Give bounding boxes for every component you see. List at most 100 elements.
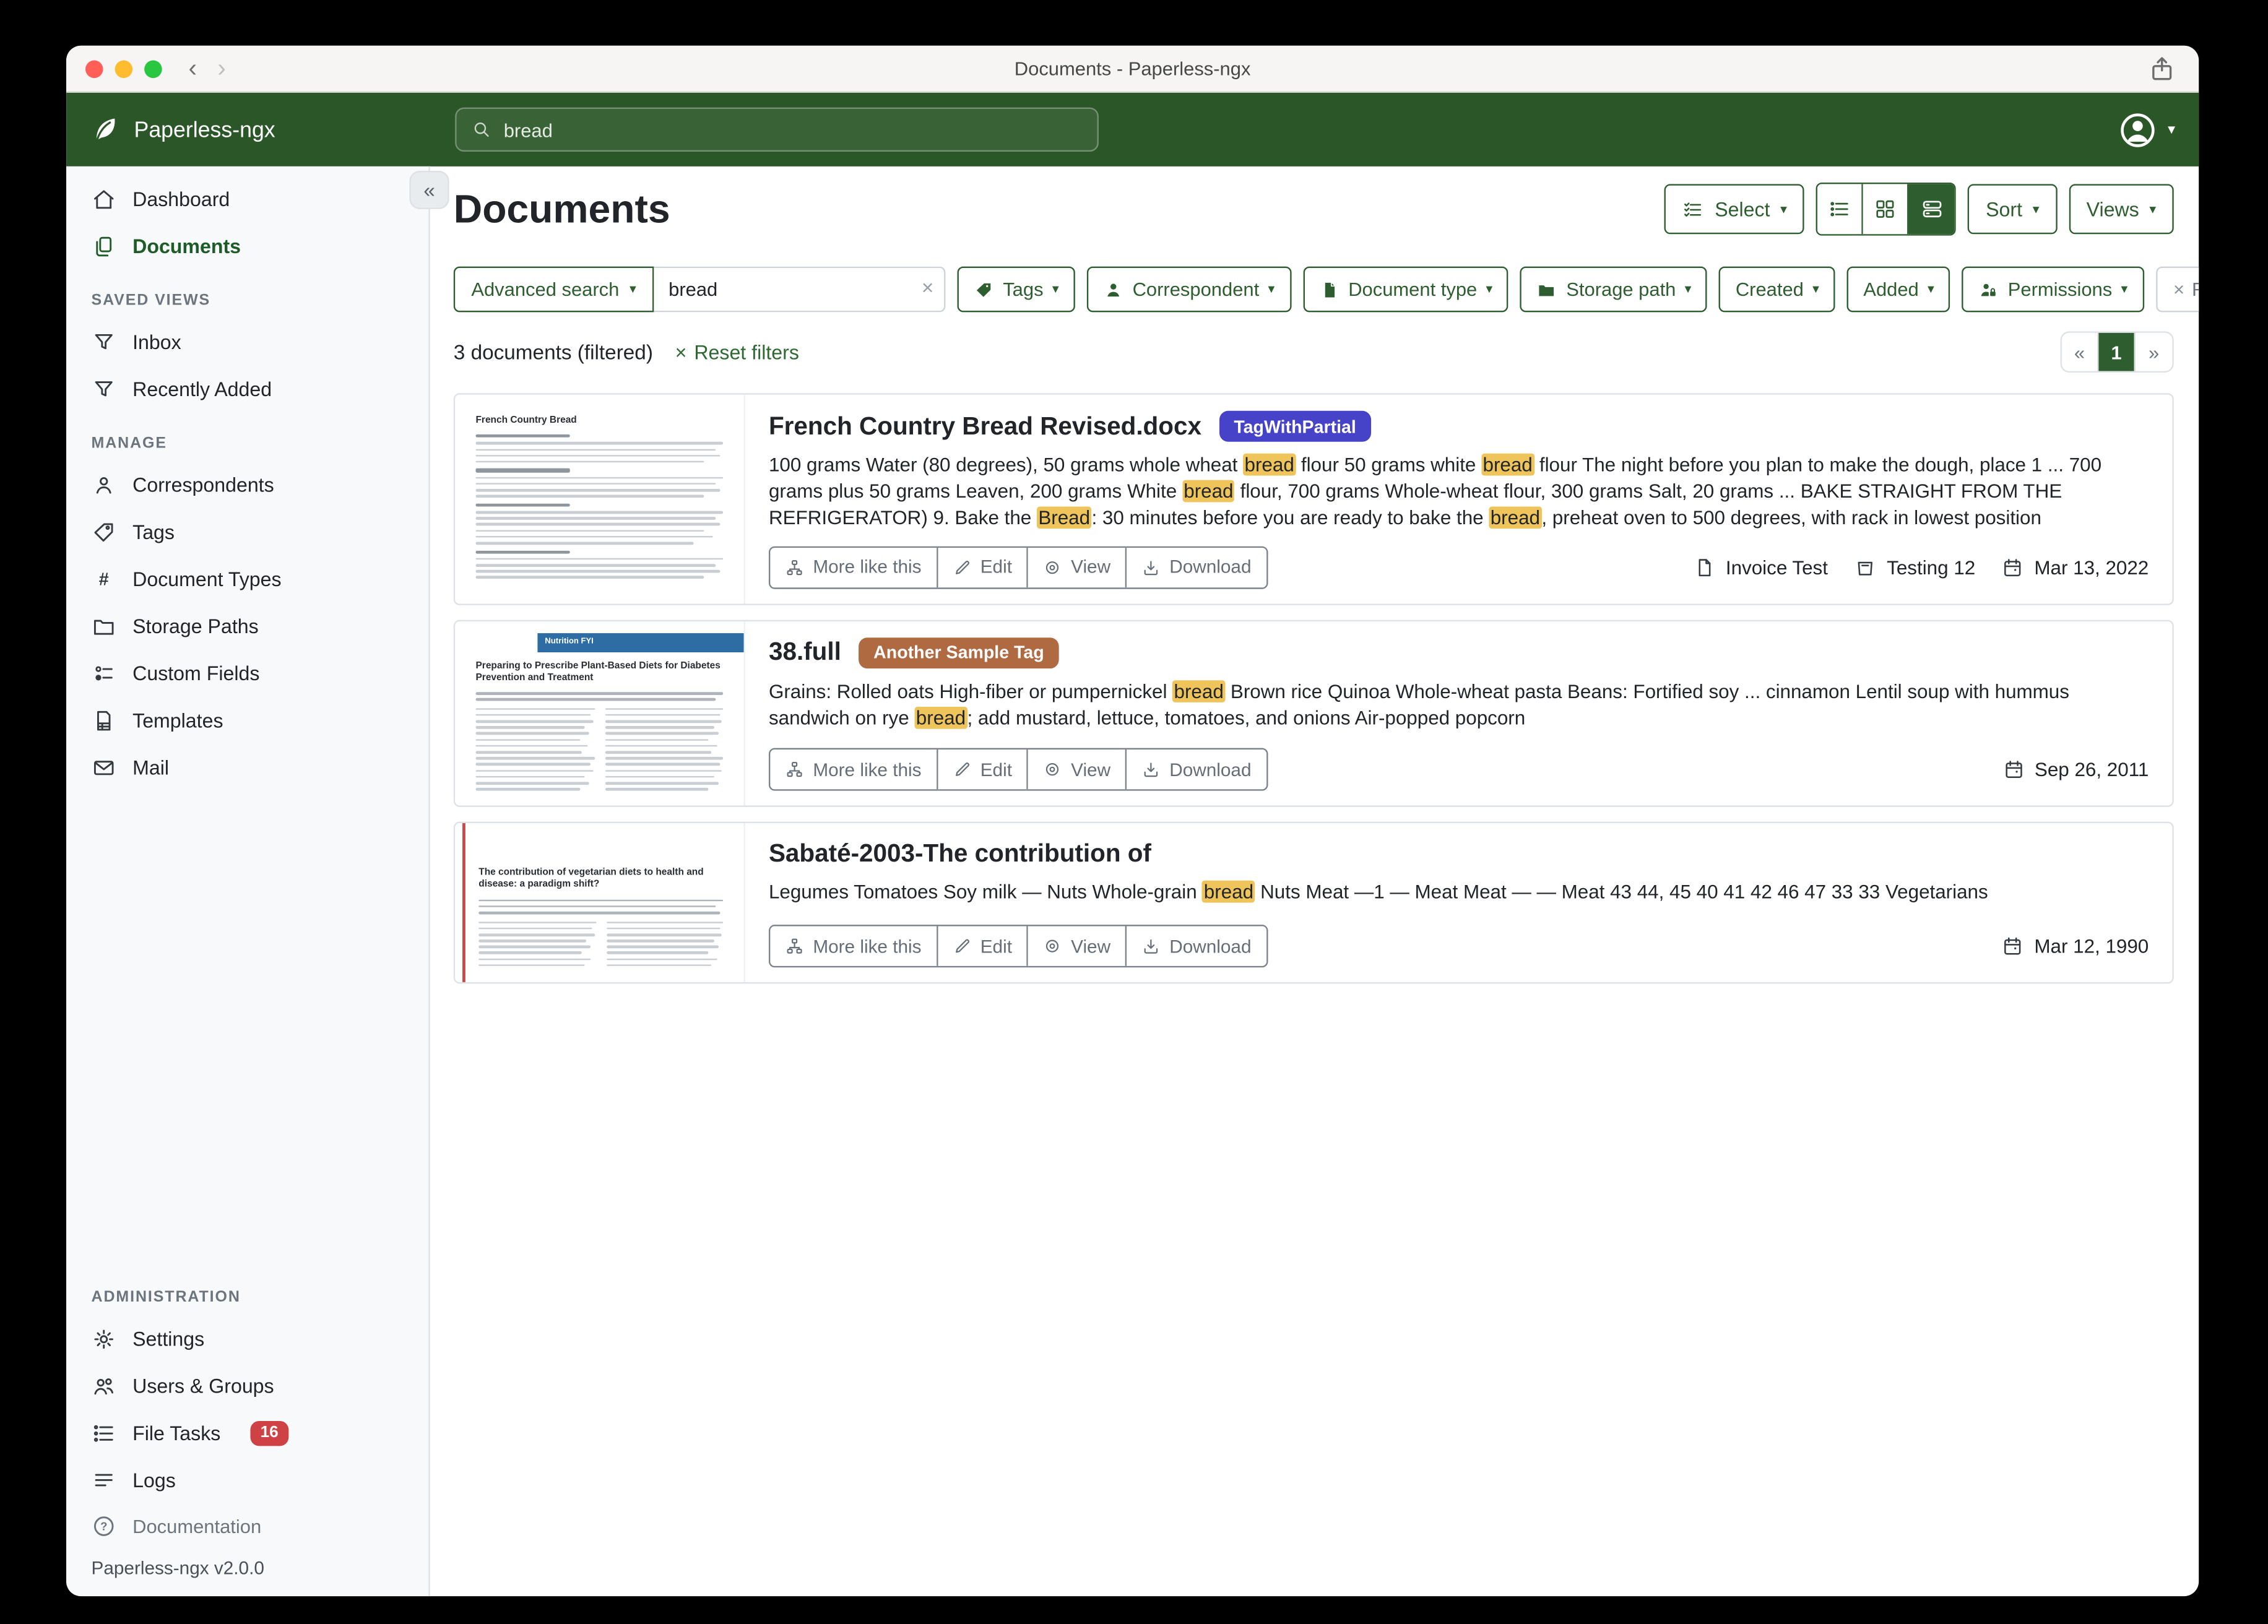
- sidebar-item-document-types[interactable]: #Document Types: [66, 555, 428, 602]
- sidebar-item-mail[interactable]: Mail: [66, 744, 428, 791]
- sidebar-item-users-groups[interactable]: Users & Groups: [66, 1362, 428, 1409]
- page-number-current[interactable]: 1: [2098, 333, 2135, 371]
- doc-meta-label: Invoice Test: [1726, 556, 1828, 579]
- search-icon: [471, 119, 491, 140]
- sidebar-item-settings[interactable]: Settings: [66, 1315, 428, 1362]
- users-icon: [92, 1373, 116, 1398]
- filter-tags-button[interactable]: Tags▾: [957, 267, 1075, 313]
- home-icon: [92, 186, 116, 211]
- filter-added-button[interactable]: Added▾: [1847, 267, 1950, 313]
- view-detail-icon: [1920, 197, 1944, 221]
- download-icon: [1141, 760, 1161, 779]
- filter-created-button[interactable]: Created▾: [1720, 267, 1835, 313]
- close-button[interactable]: [85, 59, 103, 77]
- chevron-down-icon: ▾: [1685, 281, 1692, 297]
- sidebar-section-title: SAVED VIEWS: [92, 292, 404, 309]
- template-icon: [92, 707, 116, 732]
- doc-meta-label: Sep 26, 2011: [2035, 759, 2149, 781]
- forward-icon[interactable]: ›: [217, 56, 225, 80]
- download-button[interactable]: Download: [1127, 750, 1266, 790]
- sidebar-item-documents[interactable]: Documents: [66, 222, 428, 269]
- edit-button[interactable]: Edit: [938, 547, 1028, 587]
- more-like-this-button[interactable]: More like this: [770, 547, 937, 587]
- search-highlight: bread: [1172, 680, 1225, 702]
- edit-button[interactable]: Edit: [938, 926, 1028, 966]
- download-button[interactable]: Download: [1127, 926, 1266, 966]
- funnel-icon: [92, 329, 116, 354]
- sidebar-item-file-tasks[interactable]: File Tasks16: [66, 1409, 428, 1456]
- back-icon[interactable]: ‹: [189, 56, 197, 80]
- avatar: [2118, 110, 2157, 149]
- sidebar-item-label: Inbox: [132, 330, 181, 353]
- user-menu[interactable]: ▾: [2118, 93, 2175, 166]
- sidebar-item-inbox[interactable]: Inbox: [66, 318, 428, 365]
- list-check-icon: [1682, 198, 1705, 220]
- document-thumbnail[interactable]: The contribution of vegetarian diets to …: [455, 824, 745, 982]
- view-button[interactable]: View: [1028, 750, 1127, 790]
- documentation-link[interactable]: ?Documentation: [66, 1503, 428, 1547]
- sidebar-collapse-button[interactable]: «: [409, 171, 449, 209]
- view-toggle-grid[interactable]: [1864, 184, 1910, 234]
- sidebar-item-templates[interactable]: Templates: [66, 696, 428, 743]
- view-toggle-detail[interactable]: [1909, 184, 1955, 234]
- sidebar-item-logs[interactable]: Logs: [66, 1456, 428, 1503]
- filter-storage-path-button[interactable]: Storage path▾: [1521, 267, 1708, 313]
- document-title[interactable]: Sabaté-2003-The contribution of: [769, 840, 1151, 870]
- funnel-icon: [92, 376, 116, 401]
- views-button[interactable]: Views▾: [2069, 184, 2174, 234]
- app-header: Paperless-ngx ▾: [66, 93, 2199, 166]
- view-button[interactable]: View: [1028, 547, 1127, 587]
- page-next-button[interactable]: »: [2136, 333, 2172, 371]
- document-thumbnail[interactable]: Nutrition FYIPreparing to Prescribe Plan…: [455, 621, 745, 806]
- more-like-this-button[interactable]: More like this: [770, 750, 937, 790]
- page-prev-button[interactable]: «: [2062, 333, 2098, 371]
- more-like-this-button[interactable]: More like this: [770, 926, 937, 966]
- reset-filters-link[interactable]: × Reset filters: [675, 341, 799, 363]
- minimize-button[interactable]: [115, 59, 133, 77]
- document-thumbnail[interactable]: French Country Bread: [455, 395, 745, 603]
- sidebar-item-correspondents[interactable]: Correspondents: [66, 461, 428, 508]
- filter-query-input[interactable]: [654, 267, 945, 313]
- zoom-button[interactable]: [144, 59, 162, 77]
- document-tag[interactable]: Another Sample Tag: [859, 637, 1058, 668]
- share-icon[interactable]: [2147, 54, 2177, 84]
- download-icon: [1141, 558, 1161, 577]
- document-metadata: Sep 26, 2011: [2002, 759, 2149, 781]
- download-button[interactable]: Download: [1127, 547, 1266, 587]
- sidebar-item-custom-fields[interactable]: Custom Fields: [66, 649, 428, 696]
- search-highlight: bread: [1243, 454, 1296, 476]
- sidebar-item-label: Recently Added: [132, 378, 272, 400]
- reset-filters-button[interactable]: ×Reset filters: [2155, 267, 2199, 313]
- sort-button[interactable]: Sort▾: [1968, 184, 2057, 234]
- chevron-down-icon: ▾: [2168, 121, 2175, 137]
- chevron-down-icon: ▾: [1052, 281, 1059, 297]
- sidebar-item-dashboard[interactable]: Dashboard: [66, 175, 428, 222]
- file-tasks-badge: 16: [250, 1420, 288, 1445]
- toggles-icon: [92, 660, 116, 685]
- global-search-input[interactable]: [504, 119, 1083, 141]
- advanced-search-group: Advanced search▾ ×: [454, 267, 946, 313]
- document-tag[interactable]: TagWithPartial: [1219, 411, 1371, 442]
- view-button[interactable]: View: [1028, 926, 1127, 966]
- sidebar-item-label: Custom Fields: [132, 662, 259, 684]
- view-toggle-list[interactable]: [1818, 184, 1864, 234]
- select-button[interactable]: Select▾: [1664, 184, 1804, 234]
- sidebar-item-recently-added[interactable]: Recently Added: [66, 365, 428, 412]
- document-title[interactable]: 38.full: [769, 638, 841, 668]
- filter-correspondent-button[interactable]: Correspondent▾: [1087, 267, 1291, 313]
- tag-icon: [92, 519, 116, 544]
- advanced-search-button[interactable]: Advanced search▾: [454, 267, 654, 313]
- document-title[interactable]: French Country Bread Revised.docx: [769, 412, 1201, 441]
- filter-document-type-button[interactable]: Document type▾: [1302, 267, 1508, 313]
- doc-meta-item: Invoice Test: [1694, 556, 1828, 579]
- edit-button[interactable]: Edit: [938, 750, 1028, 790]
- sidebar-item-label: Settings: [132, 1328, 204, 1350]
- sidebar-item-storage-paths[interactable]: Storage Paths: [66, 602, 428, 649]
- clear-query-icon[interactable]: ×: [922, 275, 933, 299]
- brand[interactable]: Paperless-ngx: [89, 113, 275, 145]
- svg-text:?: ?: [100, 1519, 107, 1532]
- thumbnail-text: Preparing to Prescribe Plant-Based Diets…: [475, 660, 723, 685]
- filter-permissions-button[interactable]: Permissions▾: [1962, 267, 2144, 313]
- sidebar-item-tags[interactable]: Tags: [66, 508, 428, 555]
- diagram-icon: [785, 936, 804, 956]
